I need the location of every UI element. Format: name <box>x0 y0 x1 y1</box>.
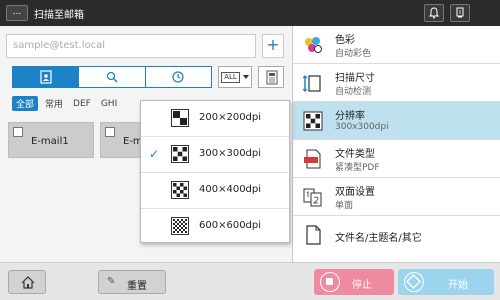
setting-value: 单面 <box>335 201 354 211</box>
resolution-300-icon <box>171 145 189 163</box>
resolution-icon <box>303 111 323 131</box>
resolution-option-600[interactable]: 600×600dpi <box>141 209 289 245</box>
clock-icon <box>172 71 184 83</box>
setting-color[interactable]: 色彩 自动彩色 <box>293 26 500 64</box>
resolution-option-label: 600×600dpi <box>199 220 262 231</box>
reset-button[interactable]: ✎ 重置 <box>98 270 166 294</box>
page-title: 扫描至邮箱 <box>34 10 84 21</box>
resolution-dropdown-menu: 200×200dpi ✓ 300×300dpi 400×400dpi 600×6… <box>140 100 290 243</box>
setting-duplex[interactable]: 双面设置 单面 <box>293 178 500 216</box>
tile-checkbox[interactable] <box>105 127 115 137</box>
chevron-down-icon <box>242 75 249 79</box>
resolution-option-300[interactable]: ✓ 300×300dpi <box>141 137 289 173</box>
address-book-tabs <box>12 66 212 88</box>
footer-bar: ✎ 重置 停止 开始 <box>0 262 500 300</box>
stop-button[interactable]: 停止 <box>314 269 394 295</box>
stop-icon <box>320 272 340 292</box>
scan-size-icon <box>303 75 321 92</box>
tile-checkbox[interactable] <box>13 127 23 137</box>
tile-label: E-mail1 <box>31 136 69 147</box>
device-status-icon[interactable] <box>450 4 470 22</box>
setting-scan-size[interactable]: 扫描尺寸 自动检测 <box>293 64 500 102</box>
index-filter-bar: 全部 常用 DEF GHI <box>12 96 120 111</box>
start-button[interactable]: 开始 <box>398 269 494 295</box>
home-icon <box>21 276 35 289</box>
resolution-option-label: 400×400dpi <box>199 184 262 195</box>
resolution-option-label: 300×300dpi <box>199 148 262 159</box>
notification-bell-icon[interactable] <box>424 4 444 22</box>
file-type-icon <box>304 149 321 169</box>
setting-value: 300x300dpi <box>335 122 389 132</box>
resolution-200-icon <box>171 109 189 127</box>
color-icon <box>305 37 322 53</box>
start-label: 开始 <box>448 280 468 291</box>
direct-input-button[interactable] <box>258 66 284 88</box>
address-book-icon <box>40 70 52 84</box>
resolution-400-icon <box>171 181 189 199</box>
email-address-input[interactable]: sample@test.local <box>6 34 256 58</box>
tab-history[interactable] <box>146 67 211 87</box>
setting-title: 文件类型 <box>335 149 375 160</box>
setting-resolution[interactable]: 分辨率 300x300dpi <box>293 102 500 140</box>
filter-ghi[interactable]: GHI <box>98 98 120 110</box>
filter-def[interactable]: DEF <box>70 98 94 110</box>
setting-file-name[interactable]: 文件名/主题名/其它 <box>293 216 500 254</box>
setting-value: 紧凑型PDF <box>335 163 380 173</box>
stop-label: 停止 <box>352 280 372 291</box>
resolution-option-200[interactable]: 200×200dpi <box>141 101 289 137</box>
setting-value: 自动彩色 <box>335 49 372 59</box>
setting-title: 分辨率 <box>335 111 365 122</box>
reset-label: 重置 <box>127 281 147 292</box>
setting-title: 文件名/主题名/其它 <box>335 233 422 244</box>
tab-search[interactable] <box>79 67 146 87</box>
filter-all[interactable]: 全部 <box>12 96 39 111</box>
reset-pen-icon: ✎ <box>107 276 116 287</box>
scan-settings-panel: 色彩 自动彩色 扫描尺寸 自动检测 分辨率 300x300dpi 文件类型 紧凑… <box>292 26 500 262</box>
keypad-icon <box>266 70 278 85</box>
setting-title: 双面设置 <box>335 187 375 198</box>
document-icon <box>306 225 321 245</box>
home-button[interactable] <box>8 270 46 294</box>
resolution-600-icon <box>171 217 189 235</box>
filter-frequent[interactable]: 常用 <box>42 96 66 111</box>
setting-title: 扫描尺寸 <box>335 73 375 84</box>
check-icon: ✓ <box>149 147 160 161</box>
resolution-option-label: 200×200dpi <box>199 112 262 123</box>
search-icon <box>106 71 118 83</box>
add-address-button[interactable]: + <box>262 34 284 58</box>
setting-title: 色彩 <box>335 35 355 46</box>
all-index-label: ALL <box>221 71 240 83</box>
setting-value: 自动检测 <box>335 87 372 97</box>
duplex-icon <box>303 188 322 207</box>
tab-address-book[interactable] <box>13 67 80 87</box>
setting-file-type[interactable]: 文件类型 紧凑型PDF <box>293 140 500 178</box>
header-bar: ... 扫描至邮箱 <box>0 0 500 26</box>
menu-button[interactable]: ... <box>6 5 28 21</box>
index-select-dropdown[interactable]: ALL <box>218 66 252 88</box>
destination-tile[interactable]: E-mail1 <box>8 122 94 158</box>
start-icon <box>404 272 424 292</box>
resolution-option-400[interactable]: 400×400dpi <box>141 173 289 209</box>
